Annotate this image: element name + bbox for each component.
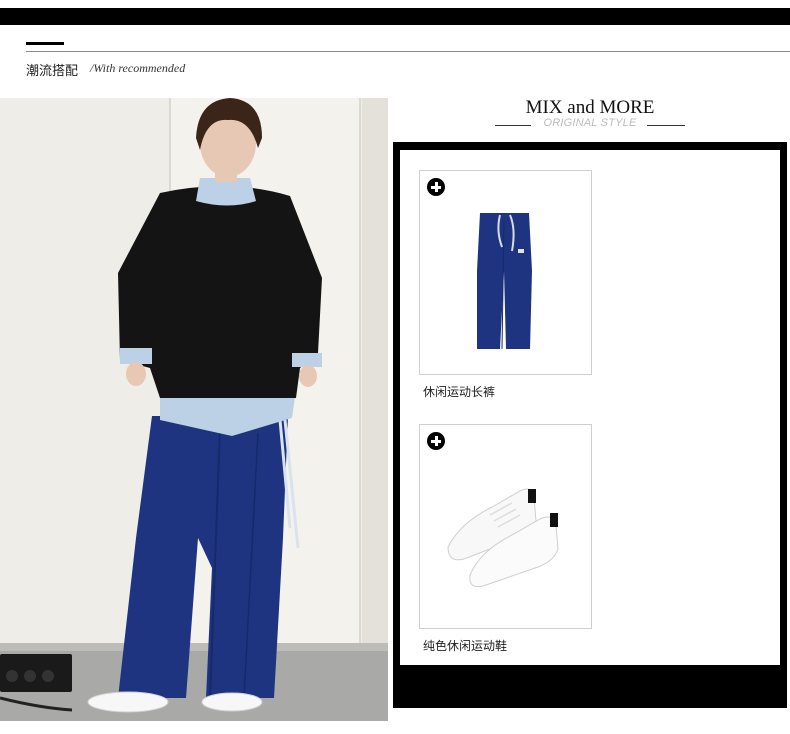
shoes-image <box>447 488 559 588</box>
section-subtitle: /With recommended <box>90 61 186 75</box>
product-name-pants[interactable]: 休闲运动长裤 <box>423 383 495 400</box>
model-photo <box>0 98 388 721</box>
pants-image <box>477 213 532 350</box>
panel-subtitle: ORIGINAL STYLE <box>543 117 637 129</box>
subtitle-right-line <box>647 125 685 126</box>
section-title: 潮流搭配 <box>26 64 79 79</box>
product-name-shoes[interactable]: 纯色休闲运动鞋 <box>423 637 507 654</box>
product-card-pants[interactable] <box>419 170 592 375</box>
model-illustration <box>0 98 388 721</box>
section-accent-line <box>26 42 64 45</box>
panel-subtitle-row: ORIGINAL STYLE <box>495 117 685 133</box>
section-divider <box>26 51 790 52</box>
top-black-bar <box>0 8 790 25</box>
product-card-shoes[interactable] <box>419 424 592 629</box>
panel-title: MIX and MORE <box>525 97 655 118</box>
